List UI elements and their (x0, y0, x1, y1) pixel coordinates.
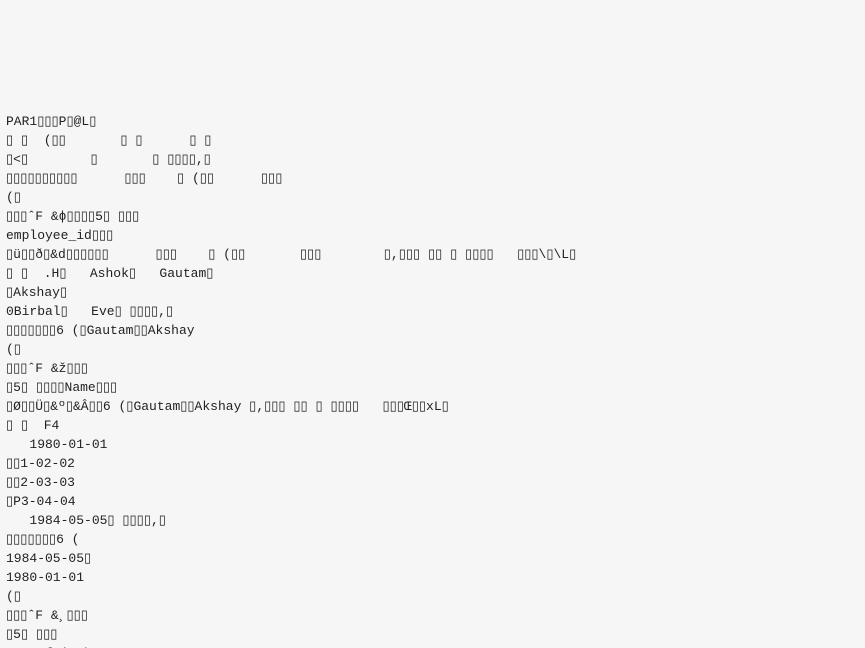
binary-dump-view: PAR1▯▯▯P▯@L▯ ▯ ▯ (▯▯ ▯ ▯ ▯ ▯ ▯<▯ ▯ ▯ ▯▯▯… (0, 95, 865, 648)
dump-text: PAR1▯▯▯P▯@L▯ ▯ ▯ (▯▯ ▯ ▯ ▯ ▯ ▯<▯ ▯ ▯ ▯▯▯… (6, 112, 859, 648)
